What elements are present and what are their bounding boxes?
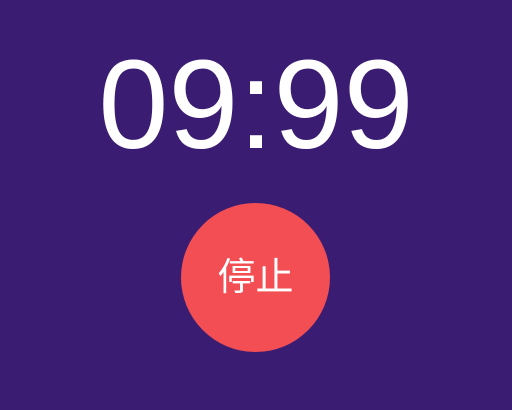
timer-display: 09:99 xyxy=(98,34,414,175)
stop-button-label: 停止 xyxy=(217,254,294,299)
timer-screen: 09:99 停止 xyxy=(0,0,512,410)
stop-button[interactable]: 停止 xyxy=(181,203,330,352)
